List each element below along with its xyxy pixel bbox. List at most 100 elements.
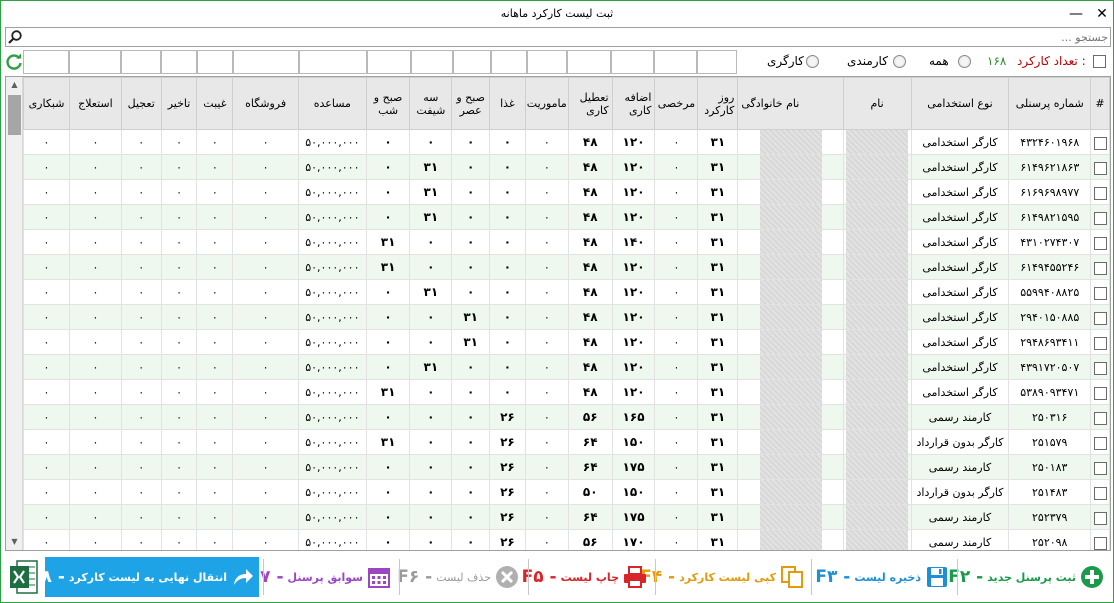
- cell-mission[interactable]: ۰: [524, 504, 569, 530]
- cell-three[interactable]: ۰: [409, 429, 453, 455]
- excel-icon[interactable]: [9, 559, 39, 595]
- cell-three[interactable]: ۰: [409, 229, 453, 255]
- cell-advance[interactable]: ۵۰,۰۰۰,۰۰۰: [297, 354, 367, 380]
- cell-mn[interactable]: ۰: [365, 529, 411, 550]
- scroll-down-icon[interactable]: ▼: [6, 534, 23, 550]
- filter-box[interactable]: [527, 50, 567, 74]
- cell-store[interactable]: ۰: [232, 179, 299, 205]
- cell-leave[interactable]: ۰: [654, 254, 699, 280]
- cell-advance[interactable]: ۵۰,۰۰۰,۰۰۰: [297, 529, 367, 550]
- cell-leave[interactable]: ۰: [654, 179, 699, 205]
- cell-absence[interactable]: ۰: [196, 154, 234, 180]
- table-row[interactable]: ۴۳۹۱۷۲۰۵۰۷ کارگر استخدامی ۳۱ ۰ ۱۲۰ ۴۸ ۰ ۰ ۰ ۳۱ ۰ ۵۰…: [22, 354, 1110, 380]
- cell-type[interactable]: کارمند رسمی: [910, 529, 1010, 550]
- cell-early[interactable]: ۰: [120, 204, 162, 230]
- cell-mission[interactable]: ۰: [524, 529, 569, 550]
- cell-id[interactable]: ۲۹۴۸۶۹۳۴۱۱: [1008, 329, 1092, 355]
- cell-early[interactable]: ۰: [120, 529, 162, 550]
- cell-sick[interactable]: ۰: [69, 504, 122, 530]
- cell-leave[interactable]: ۰: [654, 379, 699, 405]
- cell-early[interactable]: ۰: [120, 454, 162, 480]
- cell-delay[interactable]: ۰: [160, 479, 198, 505]
- cell-type[interactable]: کارگر بدون قرارداد: [910, 479, 1010, 505]
- cell-early[interactable]: ۰: [120, 379, 162, 405]
- cell-food[interactable]: ۰: [489, 329, 526, 355]
- cell-type[interactable]: کارگر استخدامی: [910, 329, 1010, 355]
- cell-store[interactable]: ۰: [232, 129, 299, 155]
- cell-advance[interactable]: ۵۰,۰۰۰,۰۰۰: [297, 404, 367, 430]
- cell-sick[interactable]: ۰: [69, 229, 122, 255]
- cell-days[interactable]: ۳۱: [697, 404, 739, 430]
- cell-advance[interactable]: ۵۰,۰۰۰,۰۰۰: [297, 254, 367, 280]
- cell-food[interactable]: ۰: [489, 229, 526, 255]
- cell-store[interactable]: ۰: [232, 279, 299, 305]
- cell-first-name-redacted[interactable]: [842, 429, 912, 455]
- cell-delay[interactable]: ۰: [160, 154, 198, 180]
- cell-three[interactable]: ۳۱: [409, 354, 453, 380]
- column-header-delay[interactable]: تاخیر: [160, 77, 198, 130]
- cell-night[interactable]: ۰: [22, 404, 71, 430]
- cell-night[interactable]: ۰: [22, 529, 71, 550]
- cell-early[interactable]: ۰: [120, 254, 162, 280]
- cell-overtime[interactable]: ۱۵۰: [611, 429, 656, 455]
- cell-absence[interactable]: ۰: [196, 404, 234, 430]
- cell-store[interactable]: ۰: [232, 404, 299, 430]
- cell-three[interactable]: ۰: [409, 404, 453, 430]
- cell-days[interactable]: ۳۱: [697, 204, 739, 230]
- cell-last-name-redacted[interactable]: [737, 129, 844, 155]
- cell-night[interactable]: ۰: [22, 429, 71, 455]
- cell-delay[interactable]: ۰: [160, 329, 198, 355]
- cell-holiday[interactable]: ۴۸: [567, 379, 613, 405]
- column-header-early-leave[interactable]: تعجیل: [120, 77, 162, 130]
- radio-employee[interactable]: [893, 55, 906, 68]
- cell-store[interactable]: ۰: [232, 529, 299, 550]
- cell-three[interactable]: ۳۱: [409, 279, 453, 305]
- cell-mission[interactable]: ۰: [524, 429, 569, 455]
- cell-absence[interactable]: ۰: [196, 529, 234, 550]
- table-row[interactable]: ۶۱۴۹۴۵۵۲۴۶ کارگر استخدامی ۳۱ ۰ ۱۲۰ ۴۸ ۰ ۰ ۰ ۰ ۳۱ ۵۰…: [22, 254, 1110, 280]
- table-row[interactable]: ۲۵۱۵۷۹ کارگر بدون قرارداد ۳۱ ۰ ۱۵۰ ۶۴ ۰ ۲۶ ۰ ۰ ۳۱ ۵…: [22, 429, 1110, 455]
- cell-mn[interactable]: ۰: [365, 179, 411, 205]
- cell-store[interactable]: ۰: [232, 254, 299, 280]
- search-icon[interactable]: [7, 29, 23, 45]
- cell-days[interactable]: ۳۱: [697, 179, 739, 205]
- row-checkbox[interactable]: [1093, 536, 1107, 550]
- cell-absence[interactable]: ۰: [196, 279, 234, 305]
- cell-days[interactable]: ۳۱: [697, 354, 739, 380]
- row-checkbox[interactable]: [1093, 311, 1107, 325]
- cell-holiday[interactable]: ۴۸: [567, 279, 613, 305]
- column-header-absence[interactable]: غیبت: [196, 77, 234, 130]
- column-header-three-shift[interactable]: سه شیفت: [409, 77, 453, 130]
- cell-mn[interactable]: ۰: [365, 129, 411, 155]
- cell-absence[interactable]: ۰: [196, 229, 234, 255]
- cell-last-name-redacted[interactable]: [737, 179, 844, 205]
- cell-leave[interactable]: ۰: [654, 204, 699, 230]
- cell-first-name-redacted[interactable]: [842, 504, 912, 530]
- cell-first-name-redacted[interactable]: [842, 329, 912, 355]
- row-checkbox[interactable]: [1093, 436, 1107, 450]
- cell-mn[interactable]: ۰: [365, 154, 411, 180]
- cell-days[interactable]: ۳۱: [697, 229, 739, 255]
- cell-early[interactable]: ۰: [120, 329, 162, 355]
- cell-holiday[interactable]: ۴۸: [567, 129, 613, 155]
- cell-advance[interactable]: ۵۰,۰۰۰,۰۰۰: [297, 379, 367, 405]
- cell-type[interactable]: کارگر استخدامی: [910, 304, 1010, 330]
- cell-store[interactable]: ۰: [232, 204, 299, 230]
- cell-advance[interactable]: ۵۰,۰۰۰,۰۰۰: [297, 504, 367, 530]
- row-checkbox[interactable]: [1093, 361, 1107, 375]
- cell-night[interactable]: ۰: [22, 504, 71, 530]
- cell-sick[interactable]: ۰: [69, 179, 122, 205]
- cell-mission[interactable]: ۰: [524, 179, 569, 205]
- cell-type[interactable]: کارگر استخدامی: [910, 154, 1010, 180]
- cell-food[interactable]: ۰: [489, 279, 526, 305]
- cell-mn[interactable]: ۰: [365, 404, 411, 430]
- cell-type[interactable]: کارگر استخدامی: [910, 229, 1010, 255]
- cell-night[interactable]: ۰: [22, 379, 71, 405]
- column-header-overtime[interactable]: اضافه کاری: [611, 77, 656, 130]
- cell-type[interactable]: کارگر استخدامی: [910, 354, 1010, 380]
- cell-night[interactable]: ۰: [22, 354, 71, 380]
- refresh-icon[interactable]: [4, 52, 24, 72]
- row-checkbox[interactable]: [1093, 411, 1107, 425]
- cell-leave[interactable]: ۰: [654, 479, 699, 505]
- cell-sick[interactable]: ۰: [69, 379, 122, 405]
